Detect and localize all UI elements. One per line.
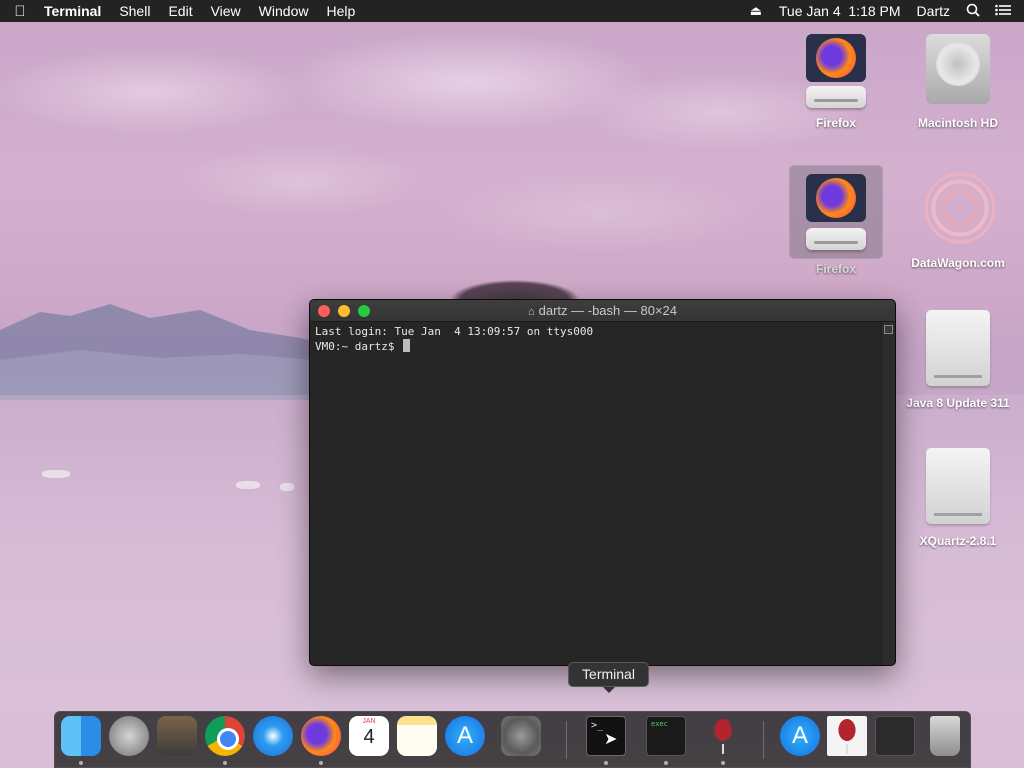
menu-help[interactable]: Help — [317, 0, 364, 22]
desktop-icon-xquartz[interactable]: XQuartz-2.8.1 — [903, 448, 1013, 549]
menu-user[interactable]: Dartz — [909, 0, 958, 22]
menu-view[interactable]: View — [202, 0, 250, 22]
desktop-icon-label: Macintosh HD — [917, 116, 998, 130]
hard-drive-icon — [920, 30, 996, 110]
terminal-content[interactable]: Last login: Tue Jan 4 13:09:57 on ttys00… — [310, 322, 881, 665]
datawagon-icon — [920, 170, 996, 250]
dock-item-chrome-window[interactable] — [873, 716, 917, 762]
dock-item-system-preferences[interactable] — [499, 716, 543, 762]
terminal-scrollbar[interactable] — [881, 322, 895, 665]
desktop-icon-label: Firefox — [815, 262, 856, 276]
calendar-month: JAN — [362, 718, 376, 725]
running-indicator — [604, 761, 608, 765]
menu-bar:  Terminal Shell Edit View Window Help ⏏… — [0, 0, 1024, 22]
terminal-window: ⌂ dartz — -bash — 80×24 Last login: Tue J… — [309, 299, 896, 666]
terminal-titlebar[interactable]: ⌂ dartz — -bash — 80×24 — [310, 300, 895, 322]
dock-item-wine[interactable] — [701, 716, 745, 765]
home-icon: ⌂ — [527, 306, 535, 318]
mouse-pointer-icon: ➤ — [604, 731, 618, 748]
app-store-icon: A — [780, 716, 820, 756]
close-button[interactable] — [318, 304, 330, 317]
menu-app-name[interactable]: Terminal — [40, 0, 110, 22]
dock-separator — [763, 721, 764, 759]
running-indicator — [721, 761, 725, 765]
desktop-icon-datawagon[interactable]: DataWagon.com — [903, 170, 1013, 271]
dock-separator — [566, 721, 567, 759]
terminal-title-text: dartz — -bash — 80×24 — [538, 303, 678, 318]
disk-image-icon — [920, 310, 996, 390]
gear-icon — [501, 716, 541, 756]
desktop-icon-label: DataWagon.com — [911, 256, 1005, 270]
firefox-disk-icon — [790, 166, 882, 258]
text-cursor — [403, 339, 411, 352]
menu-clock[interactable]: Tue Jan 4 1:18 PM — [771, 0, 909, 22]
desktop-icon-firefox[interactable]: Firefox — [781, 30, 891, 131]
firefox-icon — [301, 716, 341, 756]
split-pane-button[interactable] — [884, 325, 893, 334]
desktop-icon-java[interactable]: Java 8 Update 311 — [903, 310, 1013, 411]
running-indicator — [223, 761, 227, 765]
wallpaper-mountains — [0, 304, 340, 400]
desktop-icon-label: Java 8 Update 311 — [906, 396, 1010, 410]
wallpaper-islet — [280, 483, 294, 491]
firefox-disk-icon — [798, 30, 874, 110]
desktop-icon-macintosh-hd[interactable]: Macintosh HD — [903, 30, 1013, 131]
terminal-prompt-line: VM0:~ dartz$ — [315, 339, 876, 354]
dock-item-photos[interactable] — [155, 716, 199, 762]
wallpaper-rock — [425, 262, 605, 304]
dock-item-firefox[interactable] — [299, 716, 343, 765]
dock-item-trash[interactable] — [923, 716, 967, 762]
disk-image-icon — [920, 448, 996, 528]
chrome-icon — [205, 716, 245, 756]
chrome-window-icon — [875, 716, 915, 756]
trash-icon — [930, 716, 960, 756]
dock-item-app-store[interactable]: A — [443, 716, 487, 762]
exec-terminal-icon: exec — [646, 716, 686, 756]
menu-window[interactable]: Window — [250, 0, 318, 22]
menu-extras: ⏏ Tue Jan 4 1:18 PM Dartz — [741, 0, 1024, 22]
terminal-line: Last login: Tue Jan 4 13:09:57 on ttys00… — [315, 325, 594, 338]
photo-browser-icon — [157, 716, 197, 756]
list-icon[interactable] — [988, 4, 1018, 19]
desktop-icon-label: Firefox — [815, 116, 856, 130]
wallpaper-islet — [236, 481, 260, 489]
dock-item-finder[interactable] — [59, 716, 103, 765]
dock-item-launchpad[interactable] — [107, 716, 151, 762]
wine-document-icon — [827, 716, 867, 756]
running-indicator — [664, 761, 668, 765]
dock-item-safari[interactable] — [251, 716, 295, 762]
dock-item-wine-doc[interactable] — [825, 716, 869, 762]
dock-item-chrome[interactable] — [203, 716, 247, 765]
app-store-icon: A — [445, 716, 485, 756]
terminal-prompt: VM0:~ dartz$ — [315, 340, 402, 353]
apple-icon[interactable]:  — [0, 3, 40, 20]
dock-item-calendar[interactable]: JAN 4 — [347, 716, 391, 762]
menu-edit[interactable]: Edit — [159, 0, 201, 22]
minimize-button[interactable] — [338, 304, 350, 317]
dock: JAN 4 A >_ exec A — [54, 711, 971, 768]
menu-shell[interactable]: Shell — [110, 0, 159, 22]
running-indicator — [319, 761, 323, 765]
rocket-icon — [109, 716, 149, 756]
finder-icon — [61, 716, 101, 756]
dock-tooltip: Terminal — [568, 662, 649, 693]
wine-glass-icon — [703, 716, 743, 756]
terminal-title: ⌂ dartz — -bash — 80×24 — [310, 303, 895, 318]
dock-item-app-store-download[interactable]: A — [778, 716, 822, 762]
calendar-day: 4 — [363, 726, 375, 748]
dock-item-exec[interactable]: exec — [644, 716, 688, 765]
running-indicator — [79, 761, 83, 765]
calendar-icon: JAN 4 — [349, 716, 389, 756]
zoom-button[interactable] — [358, 304, 370, 317]
dock-item-notes[interactable] — [395, 716, 439, 762]
compass-icon — [253, 716, 293, 756]
notes-icon — [397, 716, 437, 756]
eject-icon[interactable]: ⏏ — [741, 3, 771, 19]
desktop-icon-firefox-selected[interactable]: Firefox — [781, 166, 891, 277]
wallpaper-islet — [42, 470, 70, 478]
desktop-icon-label: XQuartz-2.8.1 — [919, 534, 997, 548]
search-icon[interactable] — [958, 3, 988, 20]
